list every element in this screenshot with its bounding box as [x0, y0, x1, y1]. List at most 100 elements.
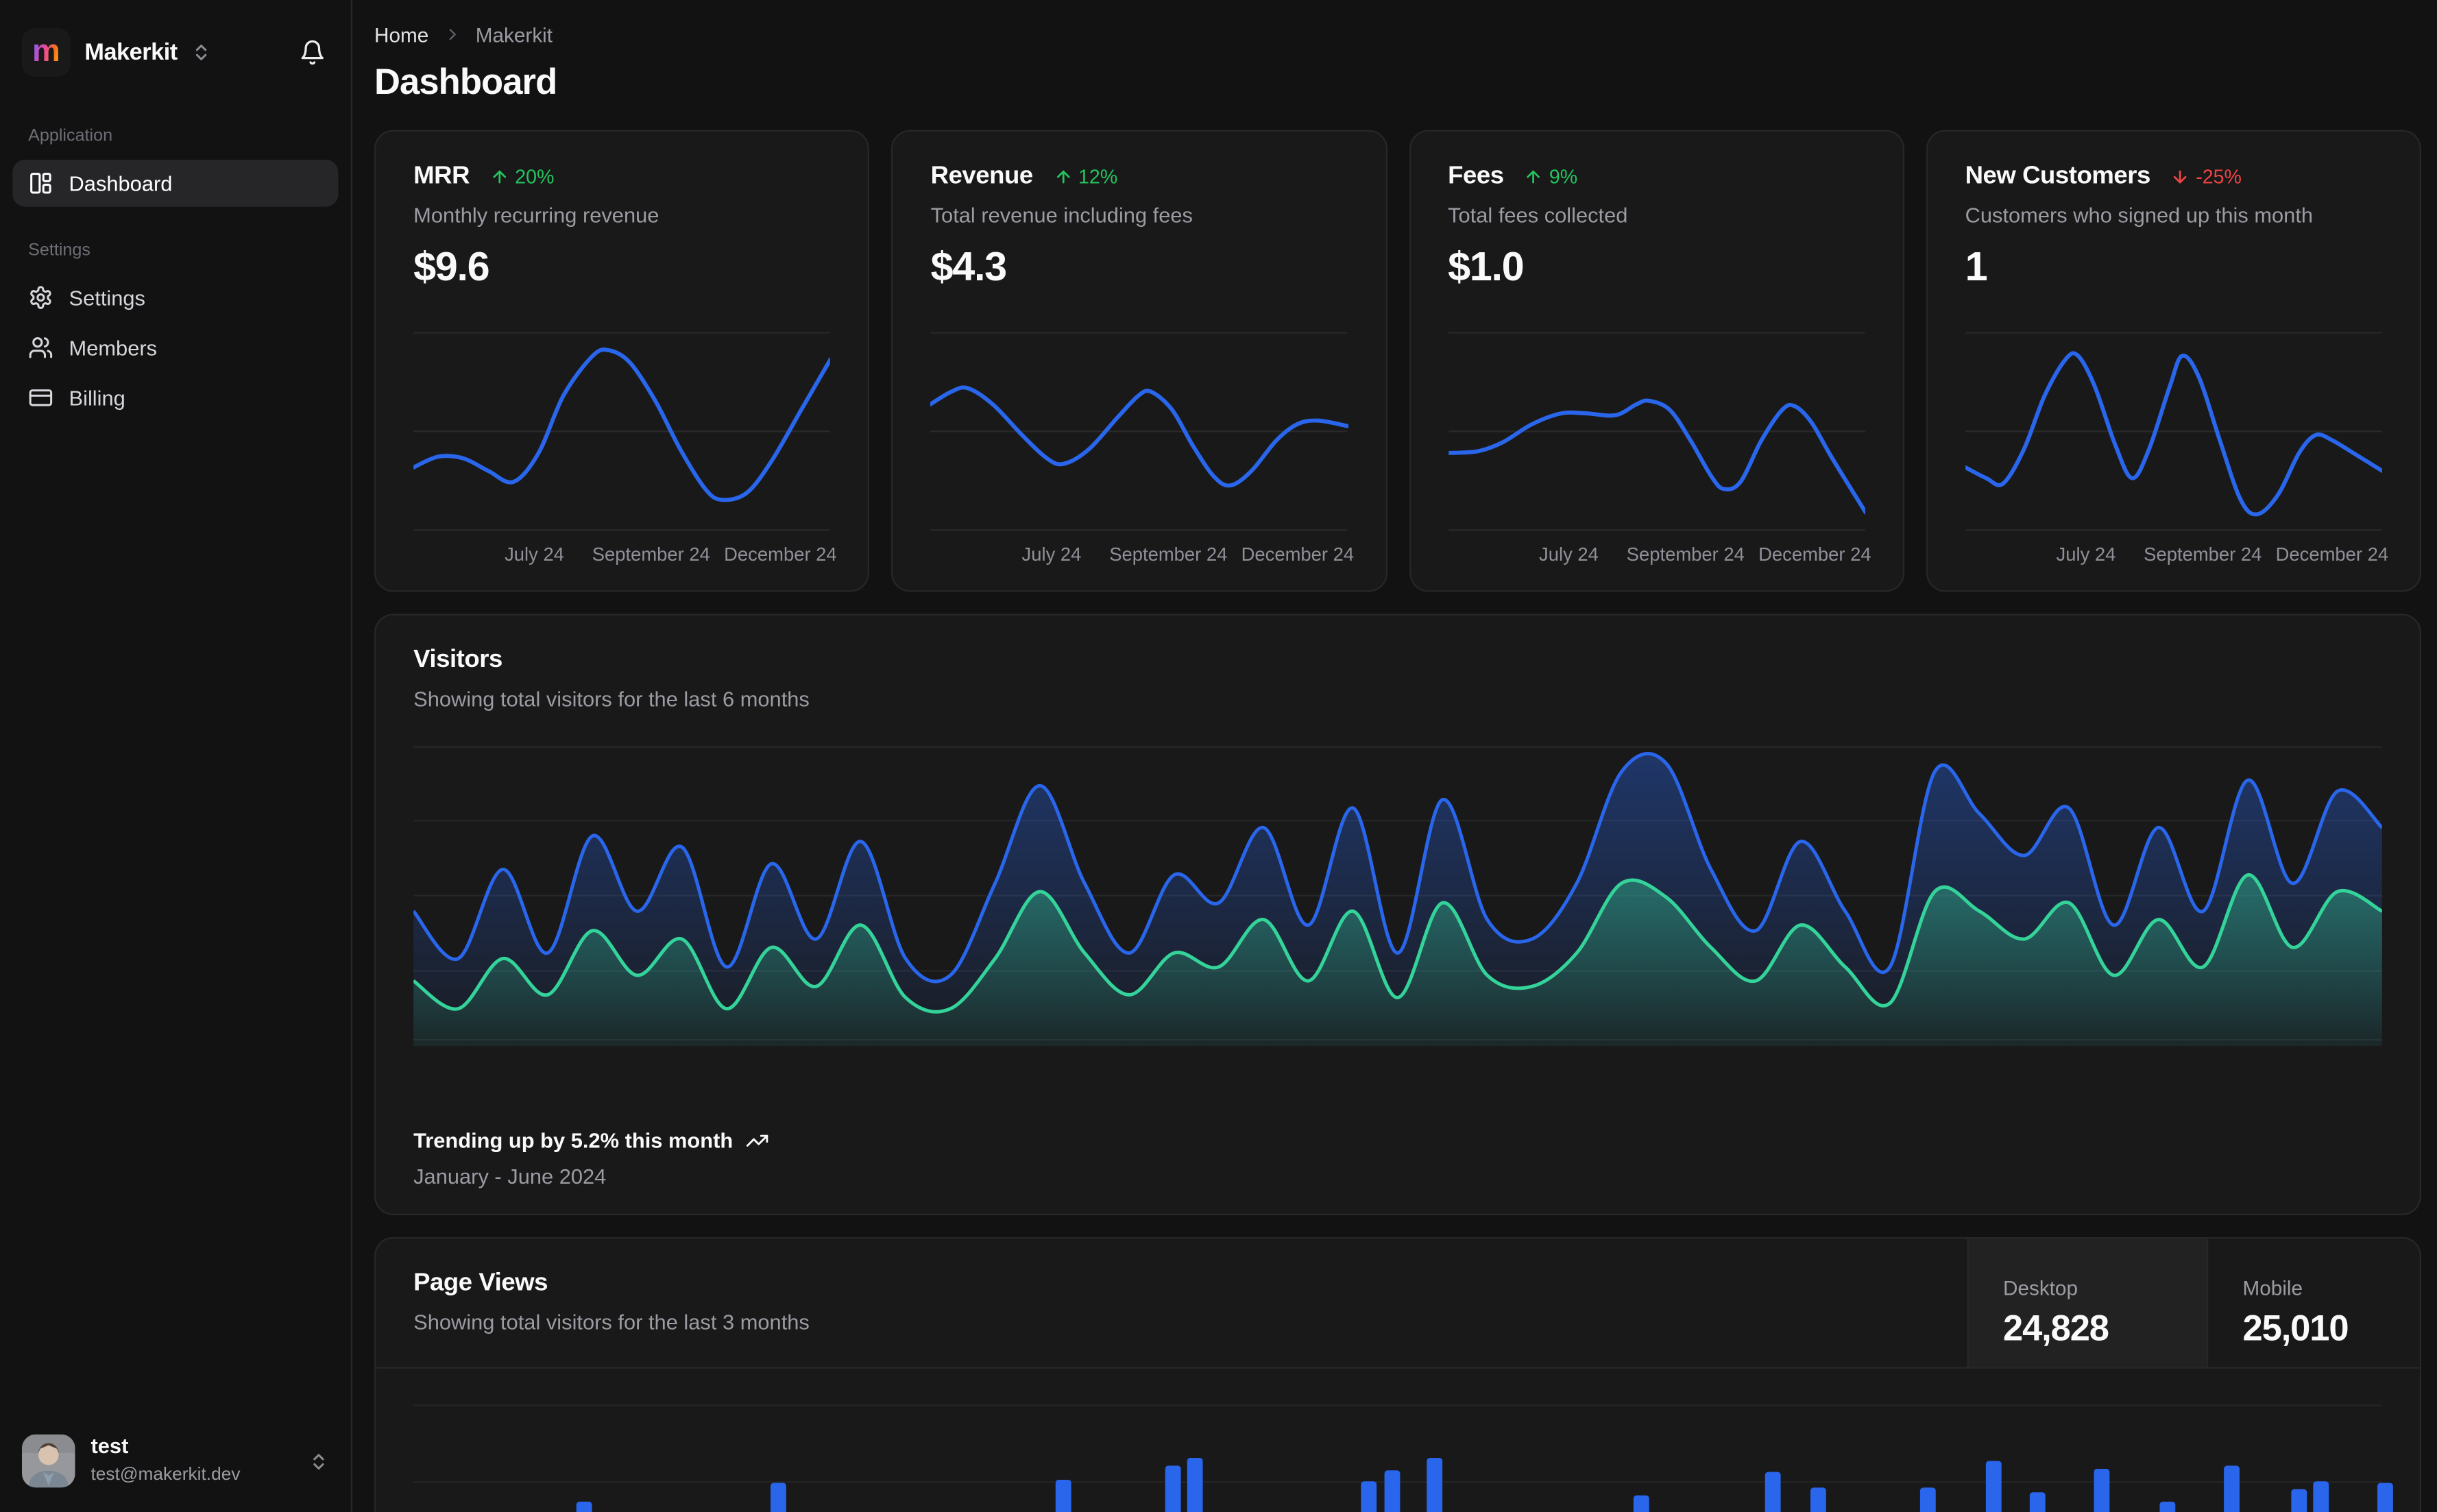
tab-label: Desktop: [2003, 1276, 2078, 1300]
stat-cards-row: MRR 20% Monthly recurring revenue $9.6 J…: [374, 130, 2421, 592]
chevrons-up-down-icon: [313, 1453, 324, 1469]
trend-arrow-icon: [2171, 167, 2190, 186]
bar: [2224, 1465, 2240, 1512]
x-tick: July 24: [1539, 543, 1599, 565]
visitors-area-chart: [413, 745, 2382, 1047]
x-tick: July 24: [1021, 543, 1082, 565]
visitors-subtitle: Showing total visitors for the last 6 mo…: [413, 687, 810, 711]
trend-value: 20%: [515, 166, 555, 188]
sparkline-chart: [930, 332, 1348, 531]
bell-icon: [301, 39, 324, 64]
user-email: test@makerkit.dev: [90, 1465, 241, 1485]
stat-title: MRR: [413, 162, 470, 190]
bar: [771, 1483, 786, 1512]
sidebar: m Makerkit Application Dashboard Setting…: [0, 0, 353, 1512]
stat-subtitle: Total fees collected: [1448, 203, 1628, 228]
visitors-card: Visitors Showing total visitors for the …: [374, 613, 2421, 1215]
trend-arrow-icon: [1524, 167, 1542, 186]
user-meta: test test@makerkit.dev: [91, 1435, 241, 1487]
stat-card-revenue: Revenue 12% Total revenue including fees…: [891, 130, 1387, 592]
sidebar-item-label: Settings: [69, 285, 145, 310]
sparkline-chart: [413, 332, 830, 531]
x-tick: December 24: [2275, 543, 2389, 565]
bar: [2377, 1483, 2393, 1512]
tab-desktop[interactable]: Desktop 24,828: [1967, 1239, 2207, 1367]
x-tick: September 24: [592, 543, 710, 565]
trend-arrow-icon: [490, 167, 509, 186]
chevrons-up-down-icon: [196, 44, 207, 60]
layout-dashboard-icon: [30, 173, 51, 194]
stat-title: Revenue: [930, 162, 1034, 190]
bar: [1919, 1487, 1936, 1512]
bar: [1633, 1495, 1649, 1512]
workspace-selector[interactable]: m Makerkit: [0, 21, 351, 83]
nav-section-label-application: Application: [28, 127, 113, 146]
trend-badge: 9%: [1524, 166, 1577, 188]
tab-mobile[interactable]: Mobile 25,010: [2207, 1239, 2420, 1367]
stat-card-fees: Fees 9% Total fees collected $1.0 July 2…: [1408, 130, 1904, 592]
trend-value: -25%: [2196, 166, 2242, 188]
bar: [1384, 1470, 1401, 1512]
sidebar-item-label: Members: [69, 336, 158, 360]
settings-icon: [30, 286, 51, 309]
users-icon: [29, 337, 53, 358]
page-views-title: Page Views: [413, 1269, 548, 1297]
gridline: [413, 1404, 2382, 1406]
sparkline-x-labels: July 24 September 24 December 24: [1965, 543, 2389, 565]
tab-value: 24,828: [2003, 1307, 2109, 1349]
sidebar-item-label: Billing: [69, 386, 125, 410]
trend-badge: -25%: [2171, 166, 2242, 188]
avatar-image: [21, 1434, 75, 1488]
stat-subtitle: Total revenue including fees: [930, 203, 1193, 228]
brand-logo-letter: m: [32, 34, 60, 69]
sparkline-x-labels: July 24 September 24 December 24: [1448, 543, 1871, 565]
trend-arrow-icon: [1054, 167, 1072, 186]
bar: [2094, 1468, 2110, 1512]
trend-badge: 20%: [490, 166, 555, 188]
sparkline-chart: [1448, 332, 1865, 531]
sidebar-item-members[interactable]: Members: [12, 324, 338, 371]
page-views-bar-chart: [413, 1369, 2393, 1512]
x-tick: December 24: [724, 543, 837, 565]
bar: [1361, 1481, 1377, 1512]
chevron-right-icon: [448, 29, 456, 40]
sparkline-chart: [1965, 332, 2382, 531]
visitors-title: Visitors: [413, 646, 502, 674]
sidebar-item-dashboard[interactable]: Dashboard: [12, 160, 339, 207]
breadcrumb-home-link[interactable]: Home: [374, 23, 428, 46]
avatar: [21, 1434, 75, 1488]
bar: [576, 1501, 592, 1512]
sidebar-item-settings[interactable]: Settings: [12, 274, 338, 321]
x-tick: July 24: [2056, 543, 2116, 565]
bar: [1765, 1472, 1781, 1512]
stat-subtitle: Customers who signed up this month: [1965, 203, 2314, 228]
trend-value: 9%: [1549, 166, 1578, 188]
stat-title: Fees: [1448, 162, 1504, 190]
breadcrumb: Home Makerkit: [374, 22, 2421, 47]
bar: [1187, 1457, 1203, 1512]
stat-card-mrr: MRR 20% Monthly recurring revenue $9.6 J…: [374, 130, 870, 592]
notifications-button[interactable]: [296, 35, 329, 68]
stat-value: $1.0: [1448, 243, 1525, 290]
sidebar-item-billing[interactable]: Billing: [12, 374, 338, 422]
stat-title: New Customers: [1965, 162, 2151, 190]
nav-section-label-settings: Settings: [28, 241, 90, 260]
visitors-footer: Trending up by 5.2% this month January -…: [413, 1129, 769, 1188]
stat-value: $9.6: [413, 243, 490, 290]
x-tick: September 24: [2144, 543, 2262, 565]
bar: [2313, 1481, 2329, 1512]
x-tick: September 24: [1626, 543, 1745, 565]
brand-name: Makerkit: [84, 38, 178, 65]
bar: [2029, 1492, 2046, 1512]
bar: [2159, 1501, 2176, 1512]
bar: [1055, 1479, 1071, 1512]
visitors-date-range: January - June 2024: [413, 1165, 607, 1189]
x-tick: September 24: [1109, 543, 1228, 565]
tab-label: Mobile: [2242, 1276, 2303, 1300]
user-name: test: [90, 1435, 129, 1459]
breadcrumb-current: Makerkit: [475, 23, 553, 47]
sparkline-x-labels: July 24 September 24 December 24: [931, 543, 1355, 565]
visitors-trend-text: Trending up by 5.2% this month: [413, 1129, 733, 1153]
user-menu[interactable]: test test@makerkit.dev: [0, 1422, 351, 1493]
bar: [1165, 1465, 1181, 1512]
